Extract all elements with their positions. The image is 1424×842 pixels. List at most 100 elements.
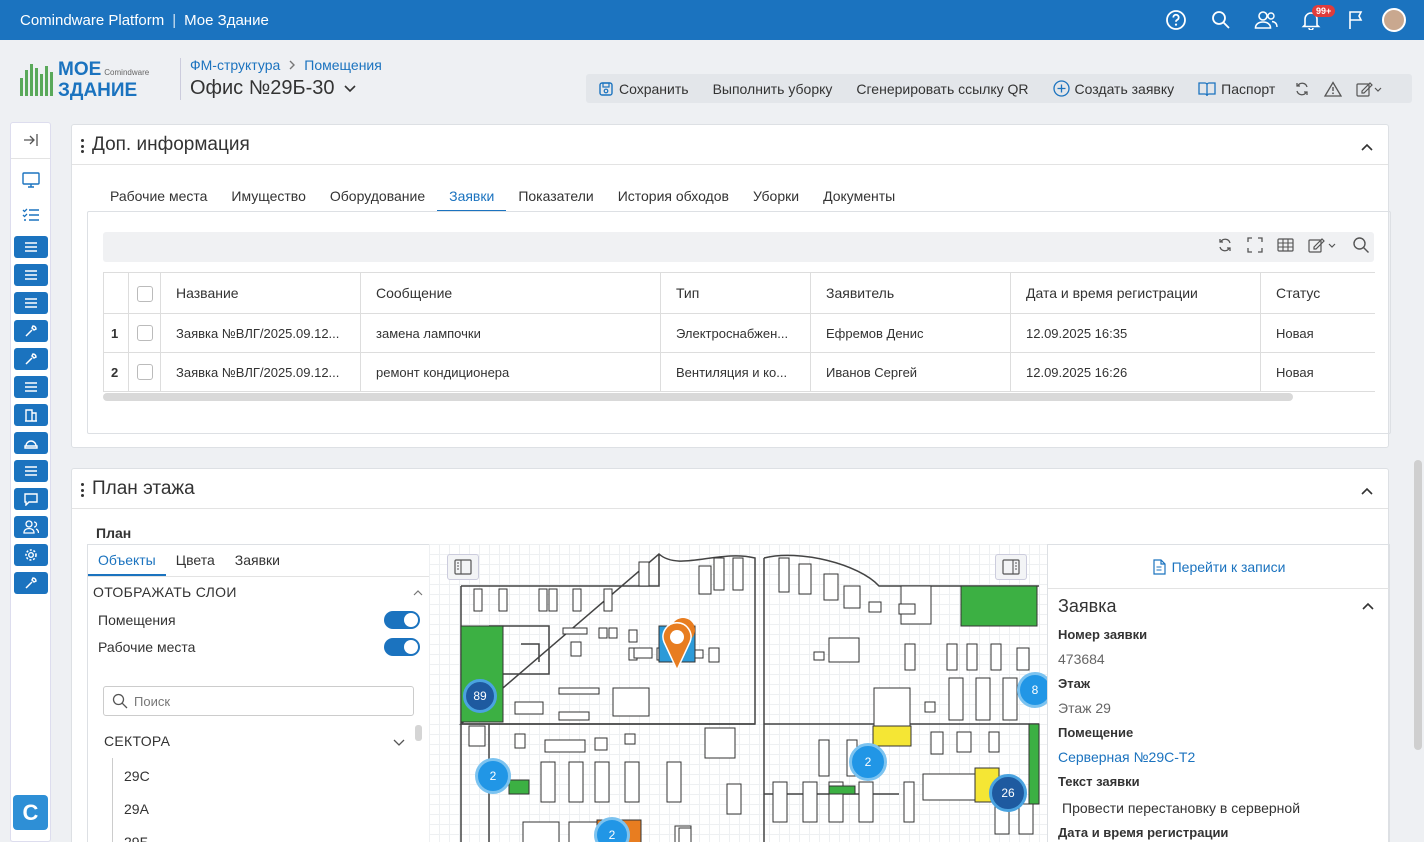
row-checkbox[interactable]	[128, 313, 161, 353]
flag-icon[interactable]	[1333, 0, 1378, 40]
avatar[interactable]	[1382, 8, 1406, 32]
passport-button[interactable]: Паспорт	[1186, 81, 1287, 97]
sidebar-item-desktop[interactable]	[14, 168, 48, 192]
collapse-panel-button[interactable]	[1360, 483, 1374, 499]
column-header[interactable]: Сообщение	[360, 272, 661, 314]
field-label: Номер заявки	[1058, 627, 1148, 642]
cell-name[interactable]: Заявка №ВЛГ/2025.09.12...	[160, 313, 361, 353]
list-icon	[25, 298, 37, 308]
layer-rooms-toggle[interactable]	[384, 611, 420, 629]
column-header[interactable]: Статус	[1260, 272, 1375, 314]
sidebar-item-menu-5[interactable]	[14, 460, 48, 482]
tab-workplaces[interactable]: Рабочие места	[98, 185, 219, 212]
expand-sidebar-button[interactable]	[14, 128, 48, 152]
search-icon[interactable]	[1352, 236, 1370, 254]
horizontal-scrollbar[interactable]	[103, 393, 1293, 401]
bell-icon[interactable]: 99+	[1288, 0, 1336, 40]
sidebar-item-admin[interactable]	[14, 572, 48, 594]
app-title[interactable]: Comindware Platform | Мое Здание	[20, 12, 269, 29]
map-cluster[interactable]: 89	[463, 679, 497, 713]
collapse-panel-button[interactable]	[1360, 139, 1374, 155]
room-link[interactable]: Серверная №29С-Т2	[1058, 749, 1195, 765]
tab-objects[interactable]: Объекты	[88, 545, 166, 576]
sidebar-item-menu-2[interactable]	[14, 264, 48, 286]
save-button[interactable]: Сохранить	[586, 81, 701, 97]
generate-qr-button[interactable]: Сгенерировать ссылку QR	[844, 81, 1040, 97]
cell-name[interactable]: Заявка №ВЛГ/2025.09.12...	[160, 352, 361, 392]
breadcrumb-fm-structure[interactable]: ФМ-структура	[190, 57, 280, 73]
help-icon[interactable]	[1153, 0, 1198, 40]
sidebar-item-menu-3[interactable]	[14, 292, 48, 314]
row-checkbox[interactable]	[128, 352, 161, 392]
sidebar-item-building[interactable]	[14, 404, 48, 426]
column-header[interactable]: Название	[160, 272, 361, 314]
tab-requests[interactable]: Заявки	[437, 185, 507, 212]
sector-item[interactable]: 29А	[124, 801, 149, 817]
users-icon[interactable]	[1243, 0, 1288, 40]
tab-rounds-history[interactable]: История обходов	[606, 185, 741, 212]
toggle-right-pane-button[interactable]	[995, 554, 1027, 580]
edit-icon[interactable]	[1308, 237, 1338, 253]
search-input[interactable]: Поиск	[103, 686, 414, 716]
page-title[interactable]: Офис №29Б-30	[190, 77, 357, 100]
sidebar-item-users[interactable]	[14, 516, 48, 538]
fullscreen-icon[interactable]	[1247, 237, 1263, 253]
toggle-left-pane-button[interactable]	[447, 554, 479, 580]
drag-handle-icon[interactable]	[81, 483, 84, 497]
sidebar-item-tools-1[interactable]	[14, 320, 48, 342]
layers-scrollbar[interactable]	[415, 725, 422, 741]
create-request-button[interactable]: Создать заявку	[1041, 80, 1187, 97]
column-header[interactable]: Дата и время регистрации	[1010, 272, 1261, 314]
sector-item[interactable]: 29Б	[124, 834, 149, 842]
tab-equipment[interactable]: Оборудование	[318, 185, 437, 212]
tab-property[interactable]: Имущество	[219, 185, 317, 212]
refresh-button[interactable]	[1287, 81, 1317, 97]
tab-documents[interactable]: Документы	[811, 185, 907, 212]
sector-item[interactable]: 29С	[124, 768, 150, 784]
page-scrollbar[interactable]	[1414, 460, 1422, 750]
table-row[interactable]: 2 Заявка №ВЛГ/2025.09.12... ремонт конди…	[103, 352, 1375, 392]
floor-plan-map[interactable]: 89 2 2 2 8 26	[429, 544, 1047, 842]
go-to-record-link[interactable]: Перейти к записи	[1048, 545, 1389, 589]
sidebar-item-tasks[interactable]	[14, 203, 48, 227]
sidebar-item-menu-1[interactable]	[14, 236, 48, 258]
table-row[interactable]: 1 Заявка №ВЛГ/2025.09.12... замена лампо…	[103, 313, 1375, 353]
map-cluster[interactable]: 2	[849, 743, 887, 781]
panel-title: Доп. информация	[92, 133, 250, 155]
column-header[interactable]: Заявитель	[810, 272, 1011, 314]
edit-menu-button[interactable]	[1349, 81, 1389, 97]
drag-handle-icon[interactable]	[81, 139, 84, 153]
table-icon[interactable]	[1277, 237, 1294, 253]
map-cluster[interactable]: 26	[989, 774, 1027, 812]
sidebar-item-tools-2[interactable]	[14, 348, 48, 370]
select-all-checkbox[interactable]	[128, 272, 161, 314]
tab-plan-requests[interactable]: Заявки	[225, 545, 290, 576]
chevron-down-icon[interactable]	[393, 739, 405, 747]
chevron-up-icon[interactable]	[413, 589, 423, 596]
tab-indicators[interactable]: Показатели	[506, 185, 605, 212]
app-logo[interactable]: МОЕ Comindware ЗДАНИЕ	[20, 60, 160, 100]
warning-button[interactable]	[1317, 80, 1349, 97]
sidebar-item-settings[interactable]	[14, 544, 48, 566]
breadcrumb-rooms[interactable]: Помещения	[304, 57, 382, 73]
tab-colors[interactable]: Цвета	[166, 545, 225, 576]
column-header[interactable]: Тип	[660, 272, 811, 314]
chevron-up-icon[interactable]	[1361, 601, 1375, 611]
logo-line1: МОЕ	[58, 58, 102, 80]
refresh-icon[interactable]	[1217, 237, 1233, 253]
tab-cleanings[interactable]: Уборки	[741, 185, 811, 212]
search-icon[interactable]	[1198, 0, 1243, 40]
sidebar-right-icon	[1002, 559, 1020, 575]
layer-workplaces-toggle[interactable]	[384, 638, 420, 656]
list-icon	[25, 242, 37, 252]
map-cluster[interactable]: 2	[475, 758, 511, 794]
sidebar-item-menu-4[interactable]	[14, 376, 48, 398]
comindware-logo[interactable]: C	[13, 795, 48, 830]
sidebar-item-messages[interactable]	[14, 488, 48, 510]
breadcrumb: ФМ-структура Помещения	[190, 57, 382, 73]
wrench-icon	[25, 577, 37, 589]
title-separator: |	[172, 11, 177, 29]
map-cluster[interactable]: 8	[1017, 672, 1047, 708]
clean-button[interactable]: Выполнить уборку	[701, 81, 845, 97]
sidebar-item-safety[interactable]	[14, 432, 48, 454]
